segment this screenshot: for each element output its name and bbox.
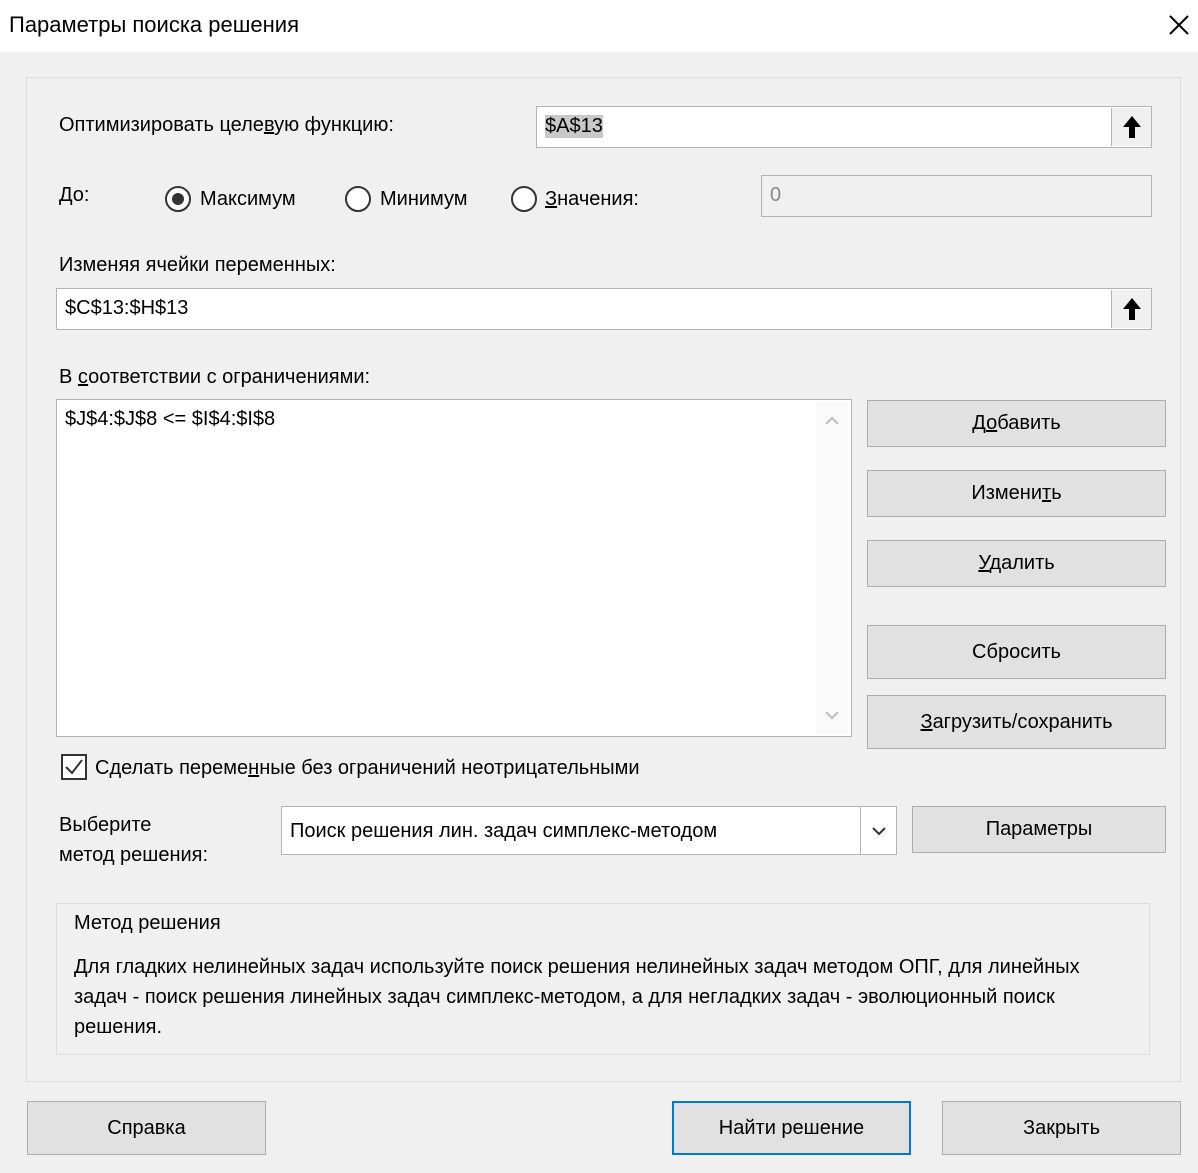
objective-label: Оптимизировать целевую функцию: <box>59 114 394 136</box>
objective-field[interactable]: $A$13 <box>536 106 1152 148</box>
change-button[interactable]: Изменить <box>867 470 1166 517</box>
help-button[interactable]: Справка <box>27 1101 266 1155</box>
variables-field[interactable]: $C$13:$H$13 <box>56 288 1152 330</box>
nonneg-label[interactable]: Сделать переменные без ограничений неотр… <box>95 757 640 780</box>
radio-value-label[interactable]: Значения: <box>545 188 639 211</box>
method-info-title: Метод решения <box>74 912 221 934</box>
arrow-up-icon <box>1122 116 1141 138</box>
solve-button[interactable]: Найти решение <box>672 1101 911 1155</box>
method-selected-value: Поиск решения лин. задач симплекс-методо… <box>290 820 718 842</box>
close-button[interactable]: Закрыть <box>942 1101 1181 1155</box>
constraints-label: В соответствии с ограничениями: <box>59 366 371 388</box>
chevron-down-icon[interactable] <box>825 710 839 720</box>
checkmark-icon <box>65 759 83 775</box>
delete-button[interactable]: Удалить <box>867 540 1166 587</box>
arrow-up-icon <box>1122 298 1141 320</box>
radio-min-label[interactable]: Минимум <box>380 188 468 211</box>
radio-min[interactable] <box>345 186 371 212</box>
radio-max[interactable] <box>165 186 191 212</box>
variables-ref-button[interactable] <box>1111 290 1151 328</box>
variables-value[interactable]: $C$13:$H$13 <box>65 297 188 320</box>
chevron-down-icon <box>871 826 886 835</box>
close-window-button[interactable] <box>1160 6 1198 44</box>
objective-ref-button[interactable] <box>1111 108 1151 146</box>
chevron-up-icon[interactable] <box>825 416 839 426</box>
variables-label: Изменяя ячейки переменных: <box>59 254 336 276</box>
method-info-text: Для гладких нелинейных задач используйте… <box>74 956 1080 1038</box>
to-label: До: <box>59 184 90 206</box>
constraints-list[interactable]: $J$4:$J$8 <= $I$4:$I$8 <box>56 399 852 737</box>
method-label-1: Выберите <box>59 814 152 836</box>
options-button[interactable]: Параметры <box>912 806 1166 853</box>
radio-max-label[interactable]: Максимум <box>200 188 296 211</box>
window-title: Параметры поиска решения <box>9 12 299 37</box>
constraint-item[interactable]: $J$4:$J$8 <= $I$4:$I$8 <box>65 408 275 431</box>
add-button[interactable]: Добавить <box>867 400 1166 447</box>
method-label-2: метод решения: <box>59 844 209 866</box>
value-of-field[interactable]: 0 <box>761 175 1152 217</box>
close-icon <box>1169 15 1189 35</box>
objective-value[interactable]: $A$13 <box>545 115 603 138</box>
reset-button[interactable]: Сбросить <box>867 625 1166 679</box>
method-select[interactable]: Поиск решения лин. задач симплекс-методо… <box>281 806 897 855</box>
load-save-button[interactable]: Загрузить/сохранить <box>867 695 1166 749</box>
value-of-text: 0 <box>770 184 782 206</box>
nonneg-checkbox[interactable] <box>61 754 87 780</box>
radio-value[interactable] <box>511 186 537 212</box>
constraints-scrollbar[interactable] <box>816 402 848 734</box>
dropdown-button[interactable] <box>860 807 896 854</box>
